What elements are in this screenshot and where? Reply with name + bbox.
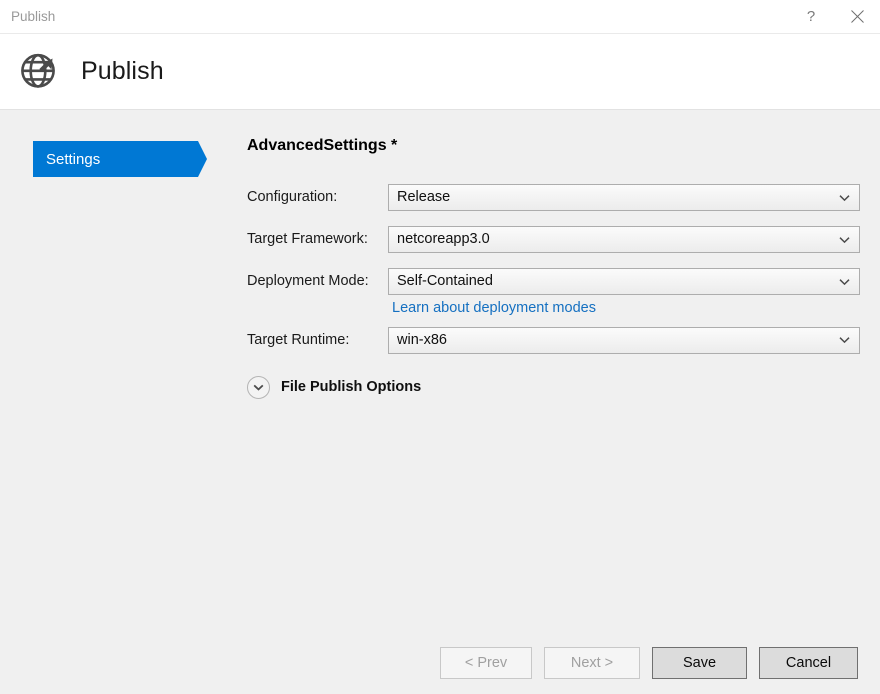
window-titlebar: Publish ?: [0, 0, 880, 33]
chevron-down-icon: [839, 236, 850, 243]
dialog-footer: < Prev Next > Save Cancel: [0, 632, 880, 694]
sidebar-item-settings[interactable]: Settings: [33, 141, 207, 177]
close-icon: [850, 10, 864, 23]
target-framework-label: Target Framework:: [247, 231, 368, 248]
window-title: Publish: [11, 8, 56, 24]
learn-deployment-modes-link[interactable]: Learn about deployment modes: [388, 301, 596, 316]
field-row-target-runtime: Target Runtime: win-x86: [247, 326, 862, 354]
configuration-label: Configuration:: [247, 189, 338, 206]
deployment-link-row: Learn about deployment modes: [247, 301, 862, 316]
target-framework-value: netcoreapp3.0: [397, 232, 490, 247]
configuration-value: Release: [397, 190, 451, 205]
globe-publish-icon: [16, 49, 62, 95]
deployment-mode-value: Self-Contained: [397, 274, 493, 289]
field-row-target-framework: Target Framework: netcoreapp3.0: [247, 226, 862, 253]
page-title: Publish: [81, 57, 164, 85]
sidebar-item-label: Settings: [46, 150, 101, 168]
link-spacer: [247, 301, 388, 316]
configuration-dropdown[interactable]: Release: [388, 184, 860, 211]
help-button[interactable]: ?: [788, 0, 834, 33]
file-publish-options-expander[interactable]: File Publish Options: [247, 375, 422, 399]
target-runtime-label: Target Runtime:: [247, 331, 350, 348]
settings-panel: AdvancedSettings * Configuration: Releas…: [247, 138, 862, 399]
target-runtime-dropdown[interactable]: win-x86: [388, 326, 860, 354]
question-mark-icon: ?: [806, 8, 816, 25]
field-row-deployment-mode: Deployment Mode: Self-Contained: [247, 268, 862, 295]
target-runtime-value: win-x86: [397, 332, 447, 348]
chevron-down-icon: [839, 337, 850, 344]
section-title: AdvancedSettings *: [247, 137, 398, 154]
target-framework-dropdown[interactable]: netcoreapp3.0: [388, 226, 860, 253]
dialog-header: Publish: [0, 33, 880, 110]
field-row-configuration: Configuration: Release: [247, 184, 862, 211]
step-nav: Settings: [33, 141, 243, 177]
close-button[interactable]: [834, 0, 880, 33]
chevron-down-icon: [839, 278, 850, 285]
chevron-down-icon: [247, 375, 270, 399]
step-tab-arrow: [198, 141, 207, 177]
cancel-button[interactable]: Cancel: [759, 647, 858, 679]
save-button[interactable]: Save: [652, 647, 747, 679]
prev-button[interactable]: < Prev: [440, 647, 532, 679]
deployment-mode-label: Deployment Mode:: [247, 273, 369, 290]
chevron-down-icon: [839, 194, 850, 201]
next-button[interactable]: Next >: [544, 647, 640, 679]
file-publish-options-label: File Publish Options: [281, 378, 422, 395]
deployment-mode-dropdown[interactable]: Self-Contained: [388, 268, 860, 295]
